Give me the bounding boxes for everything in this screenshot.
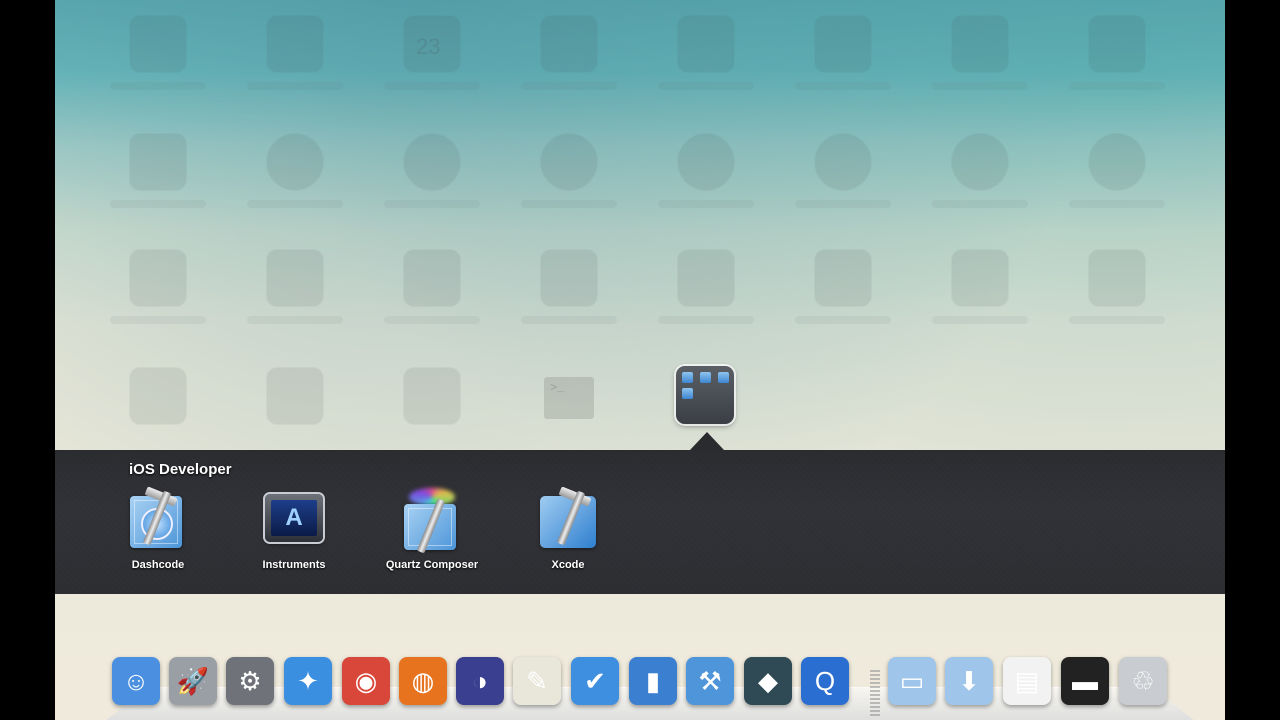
app-label: Instruments	[262, 559, 326, 571]
ghost-folder-icon	[247, 250, 343, 324]
ghost-calendar-icon: 23	[384, 16, 480, 90]
ghost-folder-icon	[384, 250, 480, 324]
todo-icon[interactable]: ✔	[571, 657, 619, 705]
mini-app-icon	[718, 372, 729, 383]
downloads-folder-icon[interactable]: ⬇	[945, 657, 993, 705]
ghost-folder-icon	[110, 250, 206, 324]
app-label: Dashcode	[131, 559, 185, 571]
dashcode-icon	[127, 486, 189, 552]
ghost-folder-icon	[932, 250, 1028, 324]
ghost-app-icon	[795, 16, 891, 90]
launchpad-icon[interactable]: 🚀	[169, 657, 217, 705]
screen-capture-icon[interactable]: ▬	[1061, 657, 1109, 705]
safari-icon[interactable]: ✦	[284, 657, 332, 705]
ghost-app-icon	[110, 134, 206, 208]
ghost-folder-icon	[130, 368, 186, 424]
ios-simulator-icon[interactable]: ▮	[629, 657, 677, 705]
app-quartz-composer[interactable]: Quartz Composer	[377, 488, 487, 571]
dock-separator	[870, 670, 880, 716]
ghost-folder-icon	[404, 368, 460, 424]
quartz-composer-icon	[401, 488, 463, 554]
trash-icon[interactable]: ♲	[1119, 657, 1167, 705]
launchpad-screen: 23 >_ iOS Developer Dashcode A Instrumen…	[55, 0, 1225, 720]
instruments-icon: A	[263, 490, 325, 552]
firefox-icon[interactable]: ◍	[399, 657, 447, 705]
eclipse-icon[interactable]: ◑	[456, 657, 504, 705]
ghost-app-icon	[247, 16, 343, 90]
system-preferences-icon[interactable]: ⚙	[226, 657, 274, 705]
ghost-app-icon	[932, 16, 1028, 90]
ghost-folder-icon	[267, 368, 323, 424]
ghost-folder-icon	[795, 250, 891, 324]
folder-title[interactable]: iOS Developer	[129, 461, 232, 478]
ghost-app-icon	[110, 16, 206, 90]
mini-app-icon	[682, 372, 693, 383]
ghost-app-icon	[1069, 134, 1165, 208]
app-label: Xcode	[551, 559, 585, 571]
app-instruments[interactable]: A Instruments	[239, 490, 349, 571]
folder-panel: iOS Developer Dashcode A Instruments Qua…	[55, 450, 1225, 594]
ghost-folder-icon	[658, 250, 754, 324]
ghost-app-icon	[384, 134, 480, 208]
finder-icon[interactable]: ☺	[112, 657, 160, 705]
textedit-icon[interactable]: ✎	[513, 657, 561, 705]
app-label: Quartz Composer	[385, 559, 479, 571]
ghost-app-icon	[247, 134, 343, 208]
mini-app-icon	[700, 372, 711, 383]
ghost-folder-icon	[521, 250, 617, 324]
web-page-stack-icon[interactable]: ▤	[1003, 657, 1051, 705]
documents-folder-icon[interactable]: ▭	[888, 657, 936, 705]
mini-app-icon	[682, 388, 693, 399]
quicktime-icon[interactable]: Q	[801, 657, 849, 705]
ghost-app-icon	[658, 134, 754, 208]
xcode-icon[interactable]: ⚒	[686, 657, 734, 705]
ghost-app-icon	[658, 16, 754, 90]
xcode-icon	[537, 486, 599, 552]
folder-pointer	[690, 432, 724, 450]
ios-developer-folder-icon[interactable]	[676, 366, 734, 424]
ghost-app-icon	[1069, 16, 1165, 90]
ghost-app-icon	[795, 134, 891, 208]
ghost-terminal-icon: >_	[544, 377, 594, 419]
app-xcode[interactable]: Xcode	[513, 486, 623, 571]
calendar-day: 23	[416, 34, 441, 59]
app-dashcode[interactable]: Dashcode	[103, 486, 213, 571]
crystal-app-icon[interactable]: ◆	[744, 657, 792, 705]
ghost-folder-icon	[1069, 250, 1165, 324]
ghost-app-icon	[521, 134, 617, 208]
chrome-icon[interactable]: ◉	[342, 657, 390, 705]
ghost-app-icon	[932, 134, 1028, 208]
ghost-app-icon	[521, 16, 617, 90]
